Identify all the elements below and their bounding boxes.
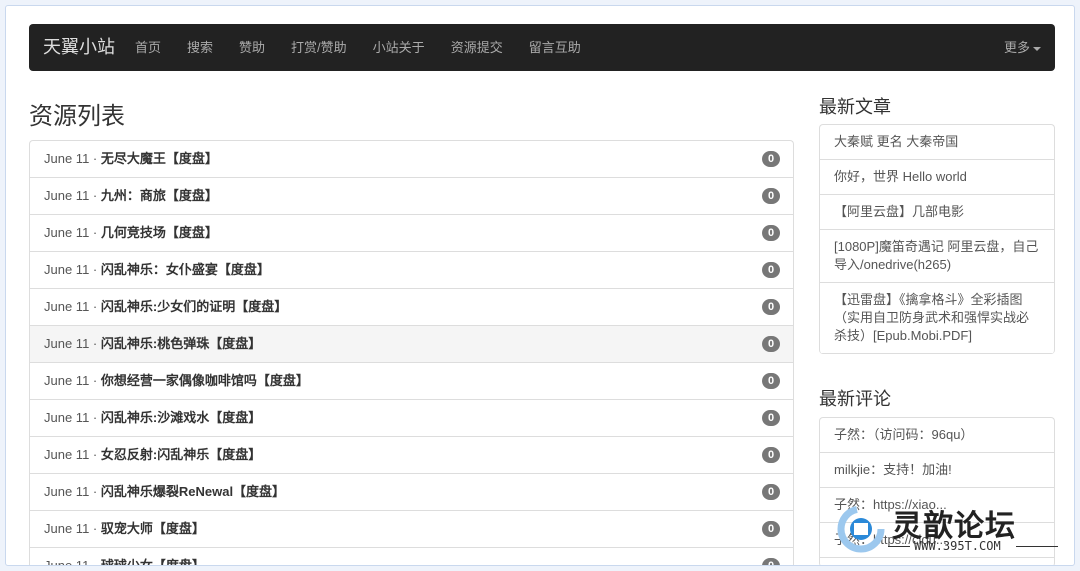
latest-article-item[interactable]: 大秦赋 更名 大秦帝国 xyxy=(820,125,1054,160)
resource-list-item[interactable]: June 11 · 闪乱神乐:少女们的证明【度盘】 0 xyxy=(30,289,793,326)
item-separator: · xyxy=(89,225,101,240)
latest-article-item[interactable]: 你好，世界 Hello world xyxy=(820,160,1054,195)
latest-article-item[interactable]: [1080P]魔笛奇遇记 阿里云盘，自己导入/onedrive(h265) xyxy=(820,230,1054,283)
latest-comments-title: 最新评论 xyxy=(819,389,891,409)
item-date: June 11 xyxy=(44,336,90,351)
resource-list: June 11 · 无尽大魔王【度盘】 0 June 11 · 九州：商旅【度盘】 0… xyxy=(29,140,794,566)
item-title[interactable]: 几何竞技场【度盘】 xyxy=(101,225,218,240)
item-date: June 11 xyxy=(44,188,90,203)
item-separator: · xyxy=(89,484,101,499)
forum-watermark-logo: 灵歆论坛 WWW.395T.COM xyxy=(834,499,1062,557)
item-separator: · xyxy=(89,410,101,425)
comment-count-badge: 0 xyxy=(762,299,780,315)
resource-list-item[interactable]: June 11 · 九州：商旅【度盘】 0 xyxy=(30,178,793,215)
latest-comment-item[interactable]: milkjie：支持！加油! xyxy=(820,453,1054,488)
item-title[interactable]: 闪乱神乐:少女们的证明【度盘】 xyxy=(101,299,287,314)
comment-count-badge: 0 xyxy=(762,373,780,389)
resource-list-item[interactable]: June 11 · 几何竞技场【度盘】 0 xyxy=(30,215,793,252)
item-separator: · xyxy=(89,299,101,314)
latest-articles-title: 最新文章 xyxy=(819,97,891,117)
item-separator: · xyxy=(89,336,101,351)
nav-link-guestbook[interactable]: 留言互助 xyxy=(516,24,594,71)
latest-comment-item[interactable]: 子然：（访问码：96qu） xyxy=(820,418,1054,453)
latest-article-item[interactable]: 【迅雷盘】《擒拿格斗》全彩插图（实用自卫防身武术和强悍实战必杀技）[Epub.M… xyxy=(820,283,1054,354)
nav-more-label: 更多 xyxy=(1003,40,1030,55)
comment-count-badge: 0 xyxy=(762,521,780,537)
nav-link-about[interactable]: 小站关于 xyxy=(360,24,438,71)
item-date: June 11 xyxy=(44,558,90,566)
comment-count-badge: 0 xyxy=(762,410,780,426)
watermark-logo-icon xyxy=(837,505,885,553)
watermark-rule-right xyxy=(1016,546,1058,547)
latest-articles-list: 大秦赋 更名 大秦帝国 你好，世界 Hello world 【阿里云盘】几部电影 [1… xyxy=(819,124,1055,354)
nav-link-submit[interactable]: 资源提交 xyxy=(438,24,516,71)
watermark-url: WWW.395T.COM xyxy=(914,539,1001,553)
item-title[interactable]: 无尽大魔王【度盘】 xyxy=(101,151,218,166)
top-navbar: 天翼小站 首页 搜索 赞助 打赏/赞助 小站关于 资源提交 留言互助 更多 xyxy=(29,24,1055,71)
comment-count-badge: 0 xyxy=(762,447,780,463)
item-title[interactable]: 球球少女【度盘】 xyxy=(101,558,205,565)
item-separator: · xyxy=(89,447,101,462)
resource-list-item[interactable]: June 11 · 女忍反射:闪乱神乐【度盘】 0 xyxy=(30,437,793,474)
item-date: June 11 xyxy=(44,484,90,499)
comment-count-badge: 0 xyxy=(762,151,780,167)
resource-list-item[interactable]: June 11 · 闪乱神乐：女仆盛宴【度盘】 0 xyxy=(30,252,793,289)
page-frame: 天翼小站 首页 搜索 赞助 打赏/赞助 小站关于 资源提交 留言互助 更多 资源… xyxy=(5,5,1075,566)
item-date: June 11 xyxy=(44,151,90,166)
item-date: June 11 xyxy=(44,373,90,388)
item-date: June 11 xyxy=(44,447,90,462)
item-date: June 11 xyxy=(44,410,90,425)
comment-count-badge: 0 xyxy=(762,484,780,500)
resource-list-item[interactable]: June 11 · 无尽大魔王【度盘】 0 xyxy=(30,141,793,178)
comment-count-badge: 0 xyxy=(762,188,780,204)
comment-count-badge: 0 xyxy=(762,262,780,278)
item-separator: · xyxy=(89,521,101,536)
comment-count-badge: 0 xyxy=(762,558,780,565)
nav-link-sponsor[interactable]: 赞助 xyxy=(226,24,278,71)
comment-count-badge: 0 xyxy=(762,336,780,352)
item-date: June 11 xyxy=(44,521,90,536)
item-separator: · xyxy=(89,262,101,277)
item-separator: · xyxy=(89,188,101,203)
nav-more-dropdown[interactable]: 更多 xyxy=(1004,24,1041,71)
item-title[interactable]: 女忍反射:闪乱神乐【度盘】 xyxy=(101,447,261,462)
nav-link-home[interactable]: 首页 xyxy=(122,24,174,71)
resource-list-item[interactable]: June 11 · 闪乱神乐:桃色弹珠【度盘】 0 xyxy=(30,326,793,363)
item-title[interactable]: 你想经营一家偶像咖啡馆吗【度盘】 xyxy=(101,373,309,388)
item-separator: · xyxy=(89,373,101,388)
item-separator: · xyxy=(89,558,101,566)
resource-list-item[interactable]: June 11 · 驭宠大师【度盘】 0 xyxy=(30,511,793,548)
caret-down-icon xyxy=(1033,46,1041,51)
comment-count-badge: 0 xyxy=(762,225,780,241)
item-date: June 11 xyxy=(44,262,90,277)
site-brand[interactable]: 天翼小站 xyxy=(43,24,115,71)
resource-list-item[interactable]: June 11 · 闪乱神乐:沙滩戏水【度盘】 0 xyxy=(30,400,793,437)
latest-article-item[interactable]: 【阿里云盘】几部电影 xyxy=(820,195,1054,230)
nav-links: 首页 搜索 赞助 打赏/赞助 小站关于 资源提交 留言互助 xyxy=(122,24,594,71)
item-title[interactable]: 九州：商旅【度盘】 xyxy=(101,188,218,203)
item-title[interactable]: 闪乱神乐:桃色弹珠【度盘】 xyxy=(101,336,261,351)
nav-link-search[interactable]: 搜索 xyxy=(174,24,226,71)
item-title[interactable]: 驭宠大师【度盘】 xyxy=(101,521,205,536)
nav-link-donate[interactable]: 打赏/赞助 xyxy=(278,24,360,71)
item-date: June 11 xyxy=(44,299,90,314)
resource-list-item[interactable]: June 11 · 闪乱神乐爆裂ReNewal【度盘】 0 xyxy=(30,474,793,511)
item-date: June 11 xyxy=(44,225,90,240)
item-title[interactable]: 闪乱神乐爆裂ReNewal【度盘】 xyxy=(101,484,285,499)
resource-list-item[interactable]: June 11 · 球球少女【度盘】 0 xyxy=(30,548,793,566)
resource-list-item[interactable]: June 11 · 你想经营一家偶像咖啡馆吗【度盘】 0 xyxy=(30,363,793,400)
resource-list-title: 资源列表 xyxy=(29,103,125,130)
item-title[interactable]: 闪乱神乐：女仆盛宴【度盘】 xyxy=(101,262,270,277)
item-separator: · xyxy=(89,151,101,166)
item-title[interactable]: 闪乱神乐:沙滩戏水【度盘】 xyxy=(101,410,261,425)
watermark-rule-left xyxy=(888,546,910,547)
